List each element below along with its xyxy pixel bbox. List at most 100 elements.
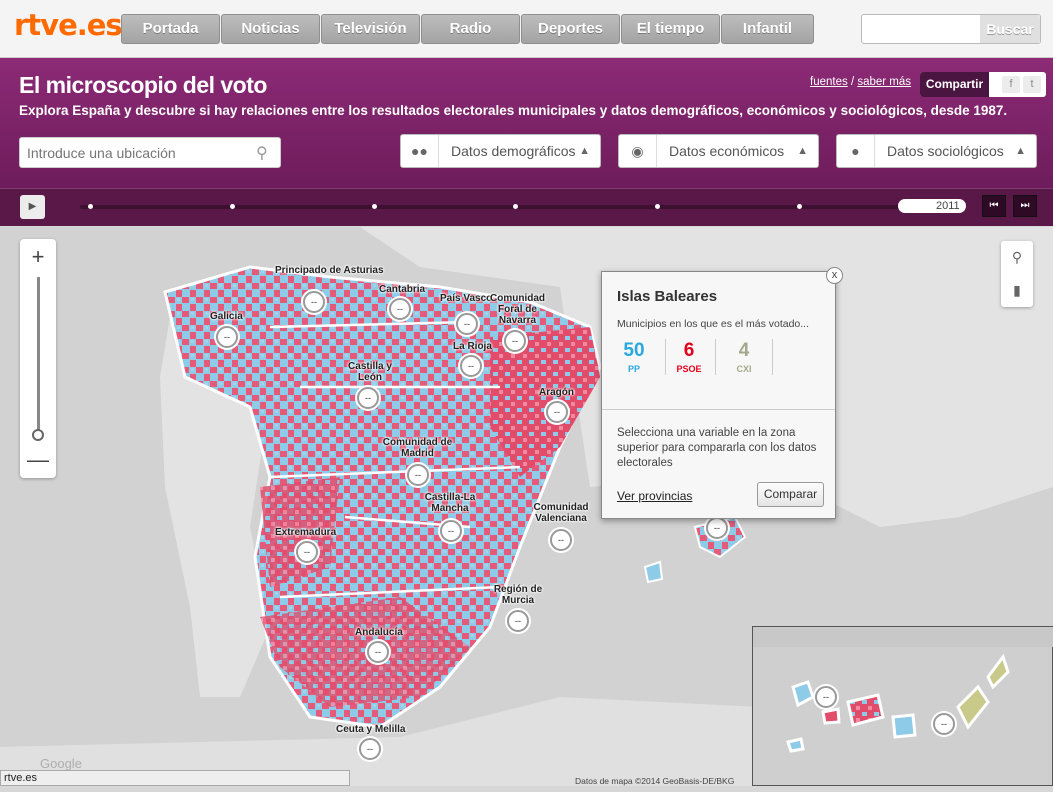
- region-marker[interactable]: --: [359, 738, 381, 760]
- divider: [715, 339, 716, 375]
- search-input[interactable]: [862, 15, 980, 43]
- region-marker[interactable]: --: [546, 401, 568, 423]
- region-marker[interactable]: --: [460, 355, 482, 377]
- link-separator: /: [850, 76, 855, 88]
- zoom-out-icon[interactable]: —: [20, 442, 56, 478]
- top-bar: rtve.es Portada Noticias Televisión Radi…: [0, 0, 1053, 58]
- region-label: Galicia: [210, 311, 243, 322]
- canary-islands-map: [753, 627, 1053, 753]
- region-label: Región de Murcia: [493, 584, 543, 606]
- region-label: Comunidad Foral de Navarra: [490, 293, 545, 326]
- psoe-count: 6: [683, 340, 695, 361]
- region-marker[interactable]: --: [303, 291, 325, 313]
- region-marker[interactable]: --: [367, 641, 389, 663]
- search-box: Buscar: [861, 14, 1041, 44]
- region-label: Aragón: [539, 387, 574, 398]
- nav-radio[interactable]: Radio: [421, 14, 520, 44]
- ver-provincias-link[interactable]: Ver provincias: [617, 489, 692, 503]
- updown-arrow-icon: ▲: [797, 145, 808, 157]
- region-label: Principado de Asturias: [275, 265, 384, 276]
- play-icon[interactable]: ▶: [20, 195, 45, 219]
- popup-subtitle: Municipios en los que es el más votado..…: [617, 318, 810, 330]
- zoom-slider-handle[interactable]: [32, 429, 44, 441]
- region-marker[interactable]: --: [440, 520, 462, 542]
- timeline-handle[interactable]: 2011: [898, 199, 966, 213]
- divider: [602, 409, 835, 410]
- region-label: Ceuta y Melilla: [336, 724, 406, 735]
- region-popup: Islas Baleares Municipios en los que es …: [601, 271, 836, 519]
- pp-count: 50: [623, 340, 645, 361]
- nav-el-tiempo[interactable]: El tiempo: [621, 14, 720, 44]
- region-label: La Rioja: [453, 341, 492, 352]
- region-marker[interactable]: --: [456, 313, 478, 335]
- people-icon: ●●: [401, 135, 439, 167]
- updown-arrow-icon: ▲: [579, 145, 590, 157]
- fuentes-link[interactable]: fuentes: [810, 76, 848, 88]
- map-tools: ⚲ ▮: [1001, 241, 1033, 307]
- region-label: Extremadura: [275, 527, 337, 538]
- search-button[interactable]: Buscar: [980, 15, 1040, 43]
- region-marker[interactable]: --: [407, 464, 429, 486]
- saber-mas-link[interactable]: saber más: [857, 76, 911, 88]
- economic-dropdown[interactable]: ◉ Datos económicos ▲: [618, 134, 819, 168]
- twitter-icon[interactable]: t: [1023, 76, 1041, 93]
- timeline-track[interactable]: [80, 205, 960, 209]
- region-marker[interactable]: --: [550, 529, 572, 551]
- demographic-dropdown[interactable]: ●● Datos demográficos ▲: [400, 134, 601, 168]
- nav-infantil[interactable]: Infantil: [721, 14, 814, 44]
- google-logo: Google: [40, 756, 82, 771]
- region-marker[interactable]: --: [507, 610, 529, 632]
- nav-deportes[interactable]: Deportes: [521, 14, 620, 44]
- popup-message: Selecciona una variable en la zona super…: [617, 427, 817, 469]
- speech-bubble-icon: ●: [837, 135, 875, 167]
- region-label: Cantabria: [379, 284, 426, 295]
- coin-icon: ◉: [619, 135, 657, 167]
- status-bar: rtve.es: [0, 770, 350, 786]
- location-search: ⚲: [19, 137, 281, 168]
- facebook-icon[interactable]: f: [1002, 76, 1020, 93]
- region-marker-baleares[interactable]: --: [706, 517, 728, 539]
- timeline-tick[interactable]: [513, 204, 518, 209]
- region-marker[interactable]: --: [389, 298, 411, 320]
- zoom-in-icon[interactable]: +: [20, 239, 56, 275]
- bar-chart-icon[interactable]: ▮: [1001, 274, 1033, 307]
- search-icon[interactable]: ⚲: [256, 143, 268, 163]
- page-subtitle: Explora España y descubre si hay relacio…: [19, 103, 1008, 118]
- psoe-label: PSOE: [676, 364, 702, 374]
- region-marker[interactable]: --: [933, 713, 955, 735]
- region-label: País Vasco: [440, 293, 493, 304]
- nav-noticias[interactable]: Noticias: [221, 14, 320, 44]
- location-input[interactable]: [20, 138, 250, 167]
- region-label: Comunidad de Madrid: [382, 437, 453, 459]
- popup-title: Islas Baleares: [617, 288, 718, 305]
- cxi-label: CXI: [736, 364, 752, 374]
- nav-portada[interactable]: Portada: [121, 14, 220, 44]
- rtve-logo[interactable]: rtve.es: [14, 8, 123, 42]
- pp-label: PP: [627, 364, 640, 374]
- region-marker[interactable]: --: [504, 330, 526, 352]
- region-marker[interactable]: --: [296, 541, 318, 563]
- region-label: Comunidad Valenciana: [533, 502, 589, 524]
- location-pin-icon[interactable]: ⚲: [1001, 241, 1033, 274]
- nav-television[interactable]: Televisión: [321, 14, 420, 44]
- comparar-button[interactable]: Comparar: [757, 482, 824, 507]
- close-icon[interactable]: x: [826, 267, 843, 284]
- zoom-control: + —: [20, 239, 56, 478]
- timeline-tick[interactable]: [372, 204, 377, 209]
- region-marker[interactable]: --: [216, 326, 238, 348]
- timeline-tick[interactable]: [655, 204, 660, 209]
- zoom-slider-track[interactable]: [37, 277, 40, 435]
- timeline-tick[interactable]: [230, 204, 235, 209]
- timeline-tick[interactable]: [797, 204, 802, 209]
- canary-islands-inset[interactable]: -- --: [752, 626, 1053, 786]
- region-marker[interactable]: --: [815, 686, 837, 708]
- share-label: Compartir: [920, 72, 989, 97]
- sociological-dropdown[interactable]: ● Datos sociológicos ▲: [836, 134, 1037, 168]
- timeline-tick[interactable]: [88, 204, 93, 209]
- region-label: Andalucía: [355, 627, 403, 638]
- skip-start-icon[interactable]: ⏮: [982, 195, 1006, 217]
- skip-end-icon[interactable]: ⏭: [1013, 195, 1037, 217]
- divider: [772, 339, 773, 375]
- cxi-count: 4: [738, 340, 750, 361]
- region-marker[interactable]: --: [357, 387, 379, 409]
